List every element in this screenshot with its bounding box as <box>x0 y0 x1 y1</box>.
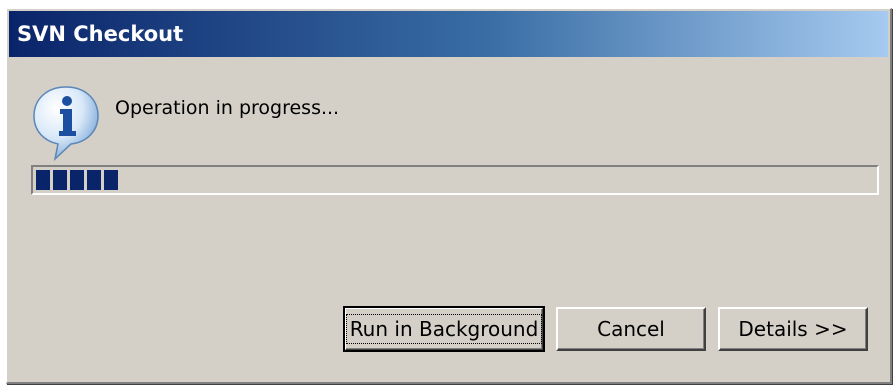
information-icon <box>33 86 99 162</box>
cancel-label: Cancel <box>597 317 665 341</box>
progress-chunks <box>36 170 874 190</box>
title-bar[interactable]: SVN Checkout <box>9 11 888 57</box>
cancel-button[interactable]: Cancel <box>556 307 706 351</box>
run-in-background-label: Run in Background <box>345 314 543 344</box>
progress-chunk <box>70 170 84 190</box>
progress-fill <box>36 170 874 190</box>
progress-chunk <box>104 170 118 190</box>
progress-bar <box>31 165 879 195</box>
progress-chunk <box>36 170 50 190</box>
progress-chunk <box>53 170 67 190</box>
progress-chunk <box>87 170 101 190</box>
details-label: Details >> <box>738 317 848 341</box>
run-in-background-button[interactable]: Run in Background <box>343 306 545 352</box>
status-message: Operation in progress... <box>115 97 340 119</box>
svn-checkout-dialog: SVN Checkout Operation in progress... Ru… <box>6 8 892 384</box>
window-title: SVN Checkout <box>17 22 184 46</box>
details-button[interactable]: Details >> <box>718 307 868 351</box>
